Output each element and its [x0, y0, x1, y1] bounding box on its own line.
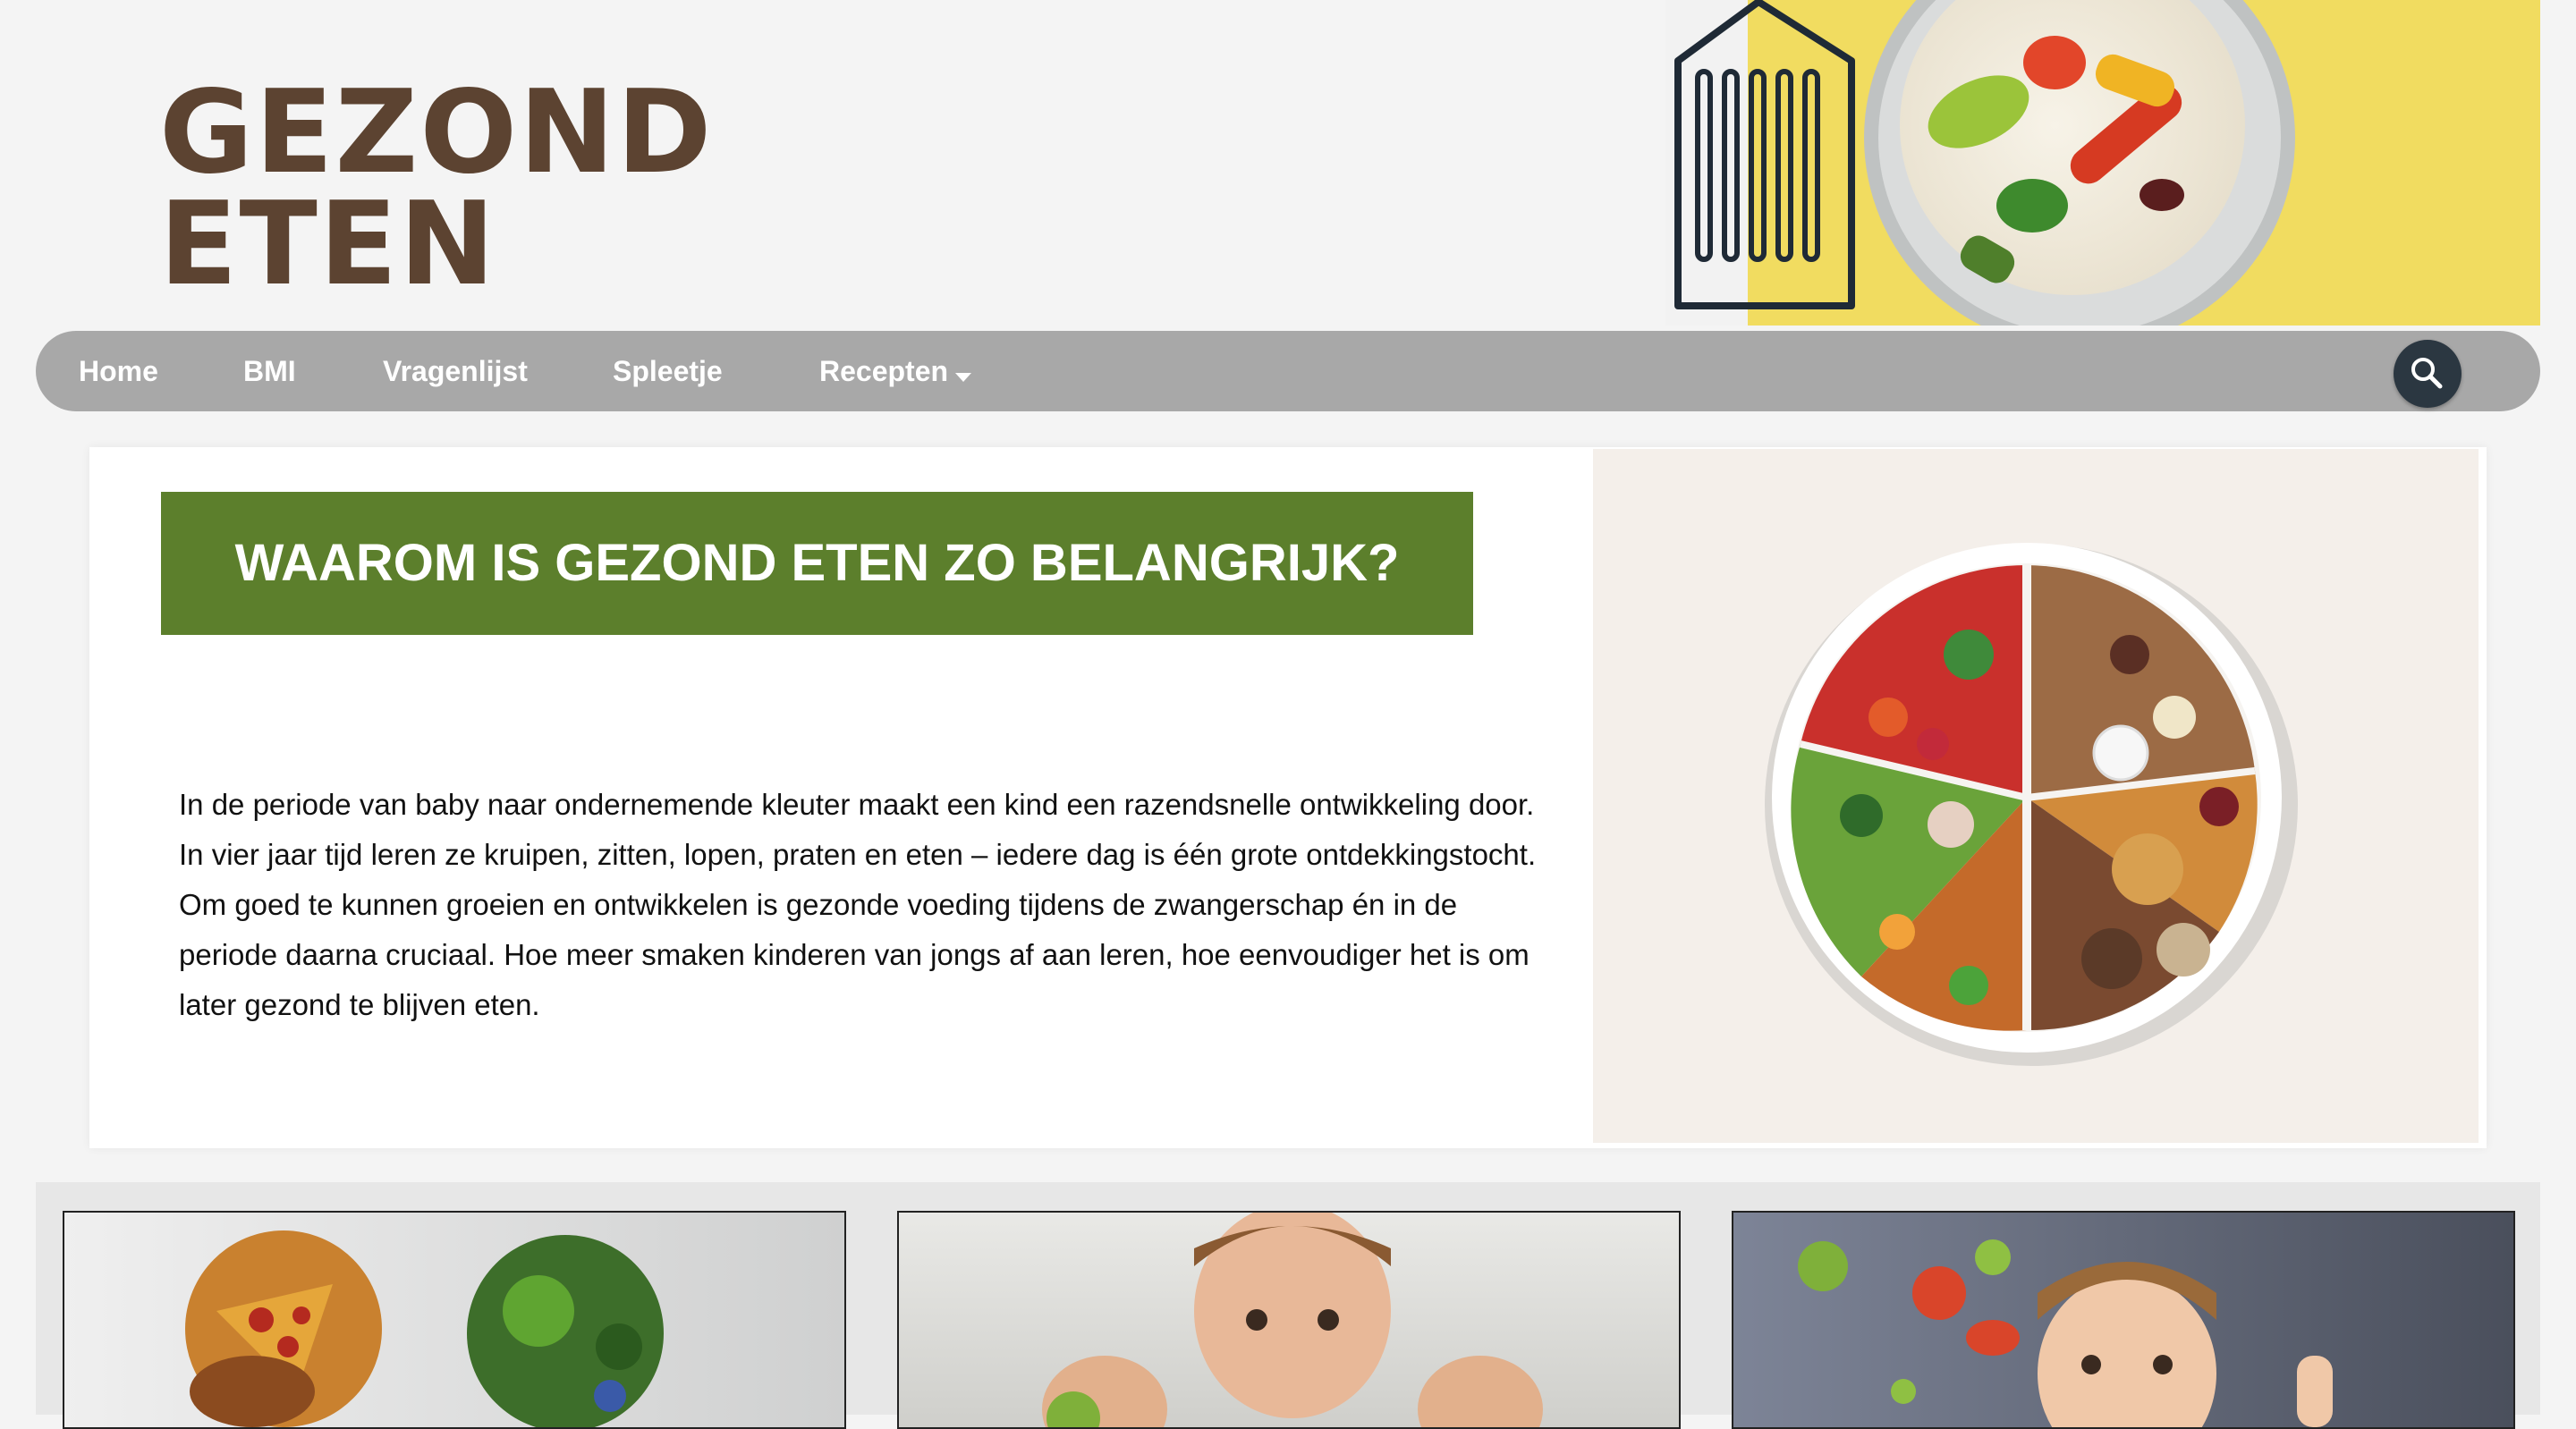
nav-item-spleetje[interactable]: Spleetje [613, 331, 723, 411]
search-icon [2411, 358, 2443, 389]
header-hero-image [1665, 0, 2540, 326]
teaser-image-boy[interactable] [897, 1211, 1681, 1429]
teaser-image-girl[interactable] [1732, 1211, 2515, 1429]
nav-item-home[interactable]: Home [79, 331, 158, 411]
price-tag-icon [1674, 0, 1855, 309]
intro-paragraph: In de periode van baby naar ondernemende… [179, 788, 1537, 1021]
intro-heading: WAAROM IS GEZOND ETEN ZO BELANGRIJK? [161, 492, 1473, 635]
junk-healthy-food-image [185, 1230, 664, 1427]
search-button[interactable] [2394, 340, 2462, 408]
boy-photo [1042, 1213, 1543, 1427]
intro-card: WAAROM IS GEZOND ETEN ZO BELANGRIJK? In … [89, 447, 2487, 1148]
plate-illustration [1765, 543, 2298, 1066]
logo-line-1: GEZOND [159, 66, 714, 199]
main-navigation: Home BMI Vragenlijst Spleetje Recepten [36, 331, 2540, 411]
tomato-piece [2023, 36, 2086, 89]
nav-item-recepten-label: Recepten [819, 355, 949, 387]
teaser-image-junk-vs-healthy[interactable] [63, 1211, 846, 1429]
site-logo[interactable]: GEZOND ETEN [159, 66, 714, 312]
herb-leaves [1996, 179, 2068, 233]
nav-item-vragenlijst[interactable]: Vragenlijst [383, 331, 528, 411]
nav-item-bmi[interactable]: BMI [243, 331, 296, 411]
logo-line-2: ETEN [159, 178, 497, 312]
healthy-plate-image [1593, 449, 2479, 1143]
kidney-bean [2140, 179, 2184, 211]
nav-item-recepten[interactable]: Recepten [819, 331, 972, 411]
girl-photo [1798, 1239, 2333, 1427]
chevron-down-icon [955, 372, 972, 382]
